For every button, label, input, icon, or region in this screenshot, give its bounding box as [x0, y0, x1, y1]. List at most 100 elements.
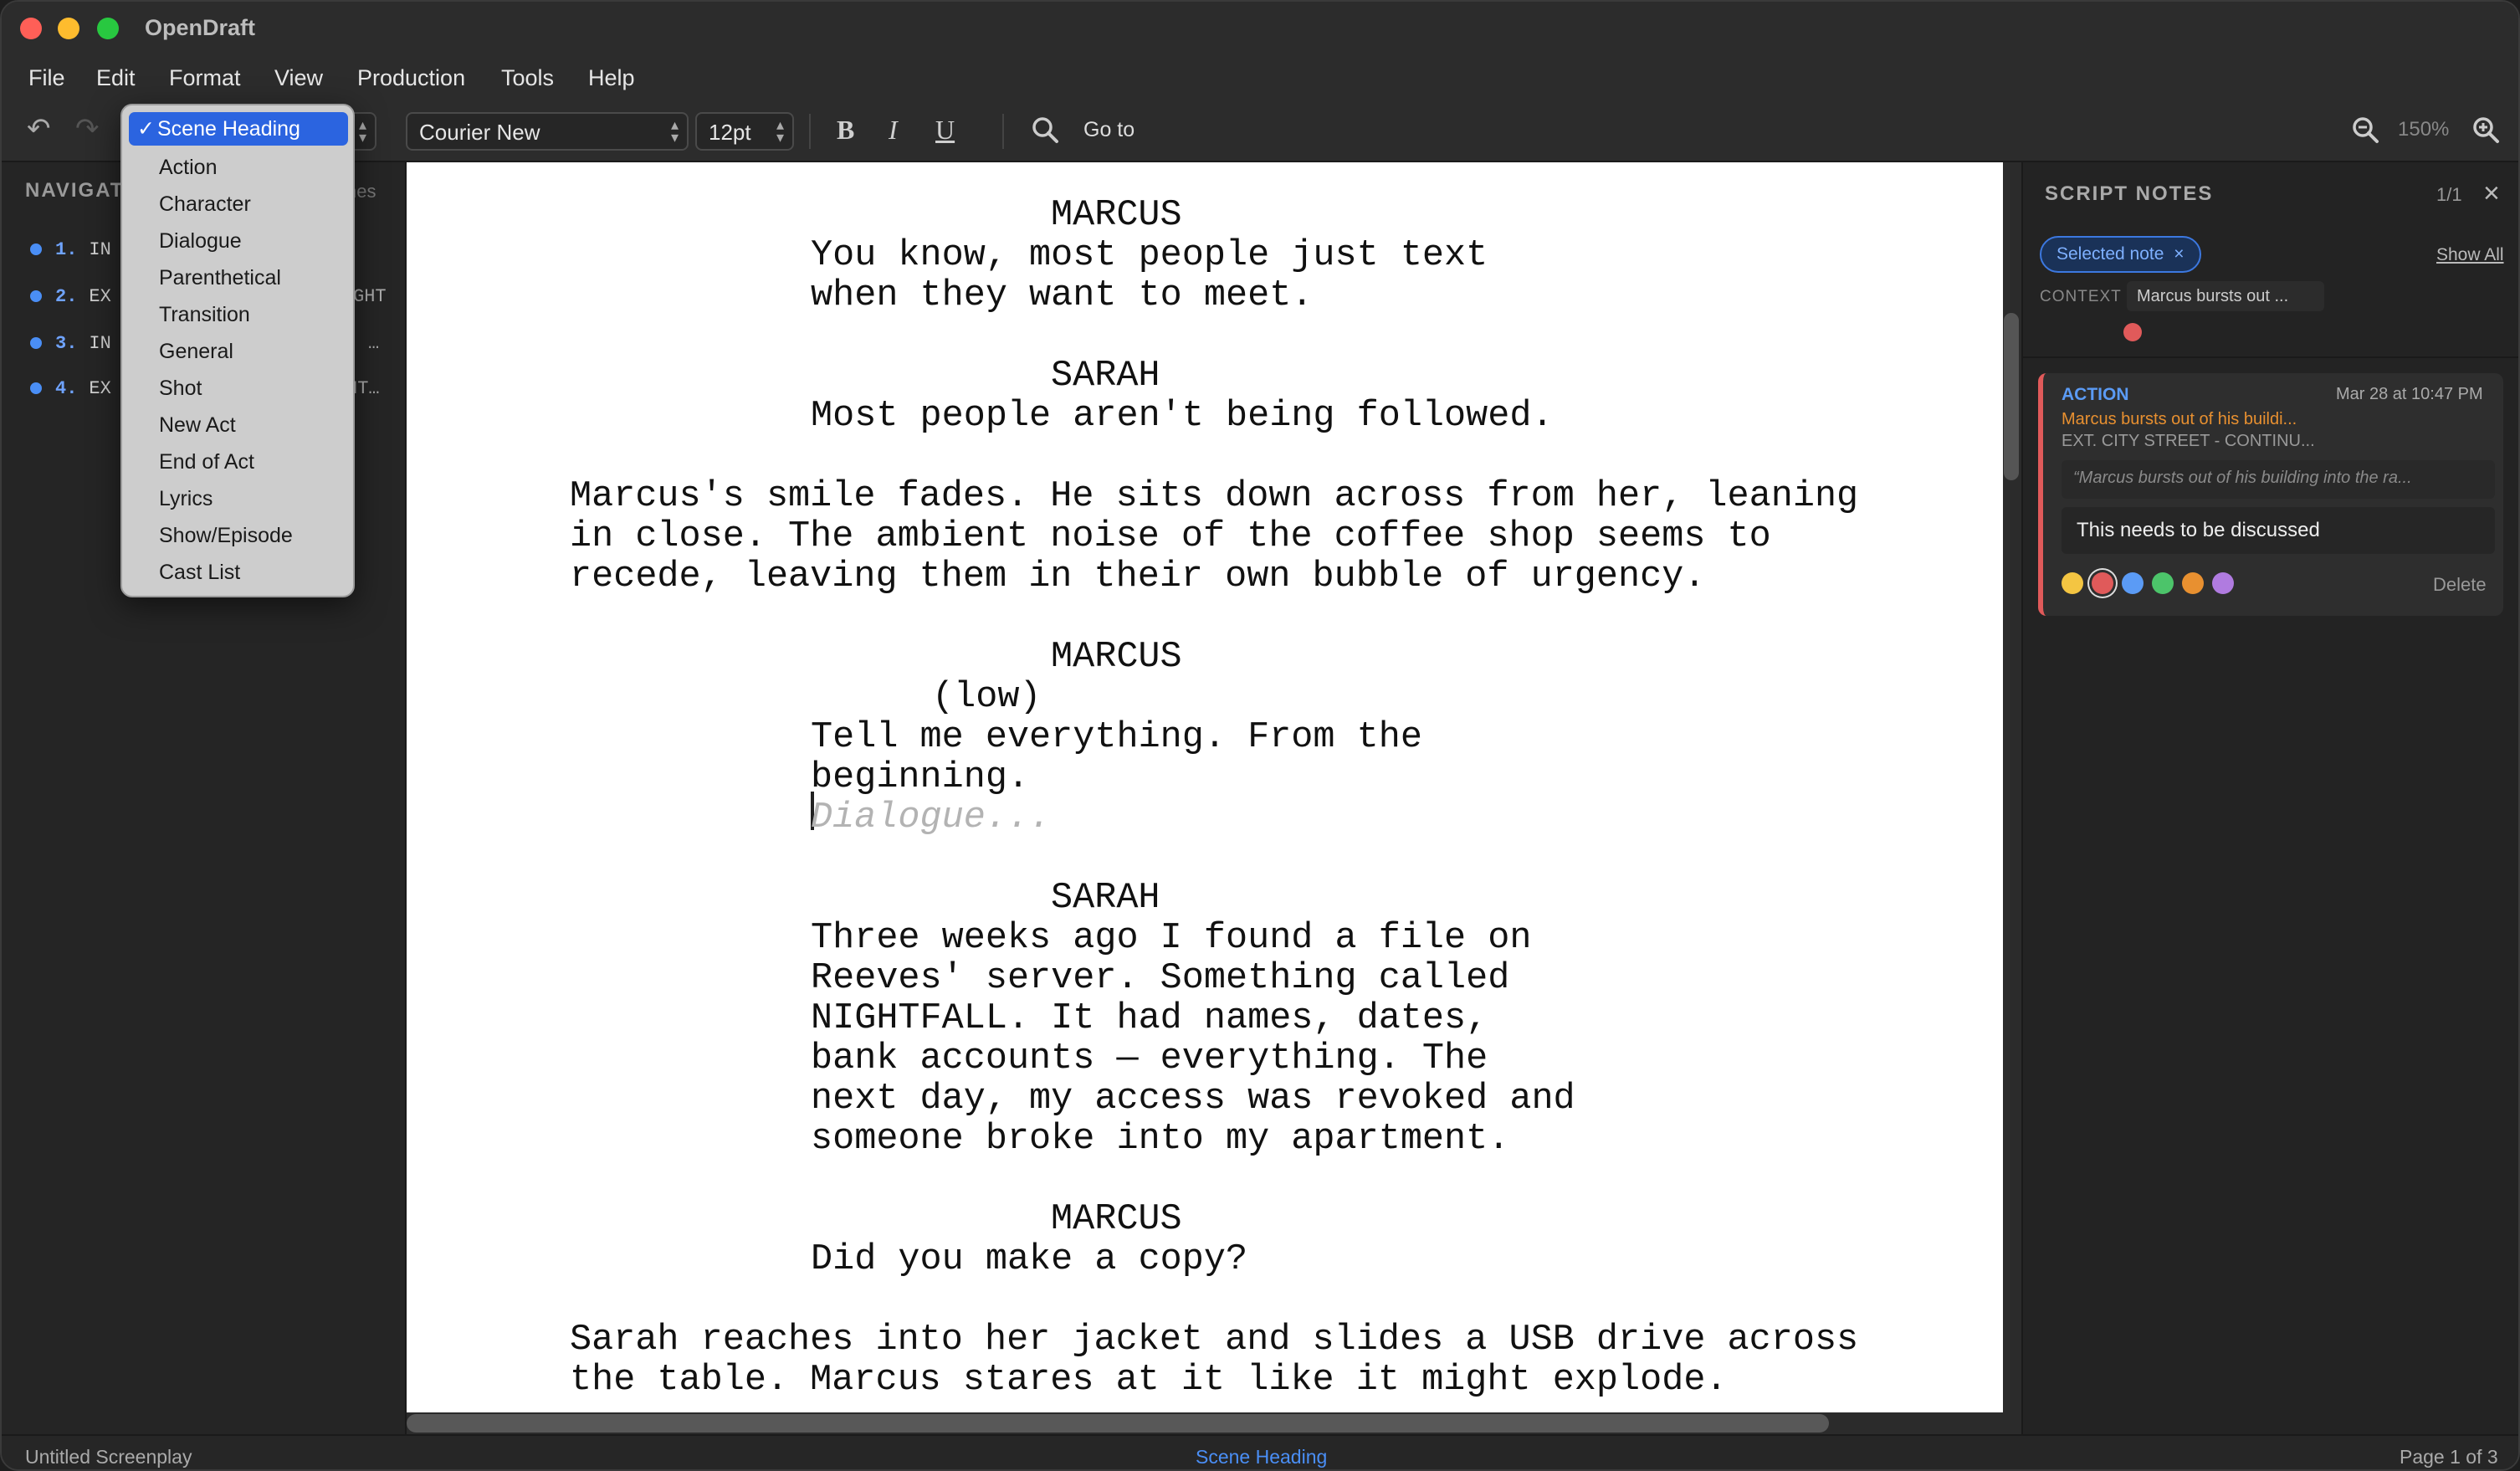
dropdown-item-new-act[interactable]: New Act [159, 413, 236, 438]
action-line[interactable]: in close. The ambient noise of the coffe… [570, 517, 1771, 557]
font-select[interactable]: Courier New ▴ ▾ [406, 112, 689, 151]
zoom-window-button[interactable] [97, 18, 119, 39]
dialogue-line[interactable]: bank accounts — everything. The [811, 1039, 1488, 1079]
action-line[interactable]: Marcus's smile fades. He sits down acros… [570, 477, 1858, 517]
menu-tools[interactable]: Tools [501, 65, 554, 91]
delete-note-button[interactable]: Delete [2433, 574, 2487, 596]
zoom-out-icon[interactable] [2351, 115, 2379, 148]
title-bar: OpenDraft [2, 2, 2518, 57]
color-swatch-orange[interactable] [2182, 572, 2204, 594]
character-cue[interactable]: SARAH [1051, 356, 1160, 397]
color-swatch-purple[interactable] [2212, 572, 2234, 594]
bold-button[interactable]: B [837, 115, 854, 146]
goto-button[interactable]: Go to [1083, 118, 1135, 142]
dialogue-line[interactable]: beginning. [811, 758, 1029, 798]
dialogue-line[interactable]: Did you make a copy? [811, 1240, 1247, 1280]
script-page[interactable]: MARCUS You know, most people just text w… [407, 162, 2003, 1412]
notes-divider [2023, 356, 2518, 358]
menu-file[interactable]: File [28, 65, 65, 91]
note-scene-line: Marcus bursts out of his buildi... [2062, 410, 2297, 428]
dialogue-line[interactable]: when they want to meet. [811, 276, 1313, 316]
toolbar-divider [1002, 114, 1004, 149]
menu-view[interactable]: View [274, 65, 323, 91]
character-cue[interactable]: MARCUS [1051, 196, 1182, 236]
dropdown-item-cast-list[interactable]: Cast List [159, 561, 240, 585]
close-icon[interactable]: × [2483, 177, 2500, 210]
italic-button[interactable]: I [889, 115, 898, 146]
scene-heading-text: EX [89, 286, 111, 307]
dialogue-placeholder[interactable]: Dialogue... [811, 798, 1051, 838]
dropdown-item-show-episode[interactable]: Show/Episode [159, 524, 293, 548]
scene-number: 3. [55, 333, 78, 354]
dropdown-item-label: Scene Heading [157, 117, 300, 141]
dropdown-item-end-of-act[interactable]: End of Act [159, 450, 254, 474]
vertical-scroll-thumb[interactable] [2004, 313, 2019, 480]
note-marker-dot[interactable] [2123, 323, 2142, 341]
chip-remove-icon[interactable]: × [2174, 244, 2184, 264]
dialogue-line[interactable]: Most people aren't being followed. [811, 397, 1554, 437]
dialogue-line[interactable]: Reeves' server. Something called [811, 959, 1509, 999]
close-window-button[interactable] [20, 18, 42, 39]
scene-heading-text: IN [89, 239, 111, 260]
show-all-link[interactable]: Show All [2436, 245, 2504, 265]
color-swatch-yellow[interactable] [2062, 572, 2083, 594]
underline-button[interactable]: U [935, 115, 955, 146]
context-field[interactable]: Marcus bursts out ... [2127, 281, 2324, 311]
size-select[interactable]: 12pt ▴ ▾ [695, 112, 794, 151]
dialogue-line[interactable]: Three weeks ago I found a file on [811, 919, 1531, 959]
context-label: CONTEXT [2040, 288, 2122, 305]
color-swatch-green[interactable] [2152, 572, 2174, 594]
dropdown-item-lyrics[interactable]: Lyrics [159, 487, 213, 511]
action-line[interactable]: Sarah reaches into her jacket and slides… [570, 1320, 1858, 1361]
color-swatch-blue[interactable] [2122, 572, 2144, 594]
chip-label: Selected note [2056, 244, 2164, 264]
zoom-in-icon[interactable] [2471, 115, 2500, 148]
navigator-item[interactable]: 2. EX GHT [30, 286, 387, 307]
navigator-item[interactable]: 3. IN… [30, 333, 379, 354]
note-quote: “Marcus bursts out of his building into … [2062, 460, 2495, 499]
dropdown-item-dialogue[interactable]: Dialogue [159, 229, 242, 254]
note-text[interactable]: This needs to be discussed [2062, 507, 2495, 554]
scene-number: 4. [55, 378, 78, 399]
checkmark-icon: ✓ [137, 117, 155, 141]
color-swatch-red[interactable] [2092, 572, 2113, 594]
dialogue-line[interactable]: next day, my access was revoked and [811, 1079, 1575, 1120]
selected-note-chip[interactable]: Selected note × [2040, 236, 2201, 273]
dropdown-item-parenthetical[interactable]: Parenthetical [159, 266, 281, 290]
dropdown-item-shot[interactable]: Shot [159, 377, 202, 401]
search-icon[interactable] [1031, 115, 1059, 148]
horizontal-scroll-thumb[interactable] [407, 1414, 1829, 1433]
dialogue-line[interactable]: someone broke into my apartment. [811, 1120, 1509, 1160]
dialogue-line[interactable]: You know, most people just text [811, 236, 1488, 276]
dropdown-item-general[interactable]: General [159, 340, 233, 364]
note-card[interactable]: ACTION Mar 28 at 10:47 PM Marcus bursts … [2038, 373, 2503, 616]
character-cue[interactable]: MARCUS [1051, 1200, 1182, 1240]
menu-edit[interactable]: Edit [96, 65, 136, 91]
character-cue[interactable]: SARAH [1051, 879, 1160, 919]
dropdown-item-character[interactable]: Character [159, 192, 251, 217]
character-cue[interactable]: MARCUS [1051, 638, 1182, 678]
dialogue-line[interactable]: Tell me everything. From the [811, 718, 1422, 758]
dropdown-item-action[interactable]: Action [159, 156, 217, 180]
navigator-item[interactable]: 1. IN [30, 239, 111, 260]
document-name: Untitled Screenplay [25, 1446, 192, 1468]
notes-title: SCRIPT NOTES [2045, 182, 2214, 205]
dropdown-item-transition[interactable]: Transition [159, 303, 250, 327]
dialogue-line[interactable]: NIGHTFALL. It had names, dates, [811, 999, 1488, 1039]
scene-heading-tail: GHT [353, 286, 387, 307]
status-bar: Untitled Screenplay Scene Heading Page 1… [2, 1434, 2518, 1469]
action-line[interactable]: recede, leaving them in their own bubble… [570, 557, 1705, 597]
menu-production[interactable]: Production [357, 65, 465, 91]
action-line[interactable]: the table. Marcus stares at it like it m… [570, 1361, 1728, 1401]
size-value: 12pt [709, 120, 751, 145]
undo-icon[interactable]: ↶ [27, 112, 51, 146]
dropdown-item-scene-heading[interactable]: ✓ Scene Heading [129, 112, 348, 146]
navigator-item[interactable]: 4. EX NT… [30, 378, 380, 399]
minimize-window-button[interactable] [58, 18, 79, 39]
menu-help[interactable]: Help [588, 65, 635, 91]
parenthetical-line[interactable]: (low) [932, 678, 1042, 718]
redo-icon[interactable]: ↷ [75, 112, 100, 146]
toolbar-divider [809, 114, 811, 149]
menu-format[interactable]: Format [169, 65, 241, 91]
navigator-title: NAVIGAT [25, 179, 125, 202]
